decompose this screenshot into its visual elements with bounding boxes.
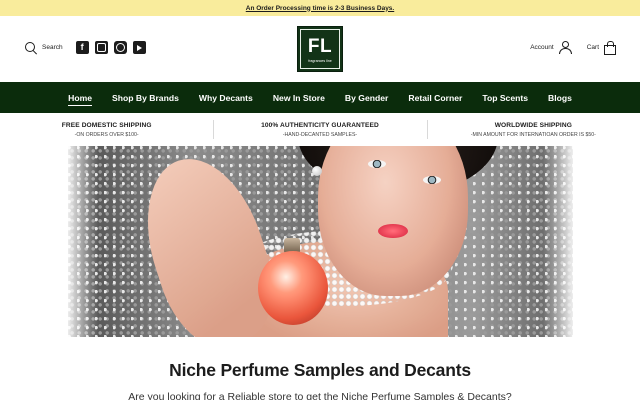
announcement-bar: An Order Processing time is 2-3 Business… <box>0 0 640 16</box>
pinterest-icon[interactable] <box>113 41 127 54</box>
usp-title: FREE DOMESTIC SHIPPING <box>61 121 152 129</box>
nav-item-by-gender[interactable]: By Gender <box>335 82 398 113</box>
usp-item-shipping: FREE DOMESTIC SHIPPING -ON ORDERS OVER $… <box>0 113 213 146</box>
intro-text: Are you looking for a Reliable store to … <box>128 391 512 400</box>
usp-subtitle: -MIN AMOUNT FOR INTERNATIOAN ORDER IS $5… <box>470 131 596 138</box>
user-icon[interactable] <box>558 41 572 54</box>
nav-item-blogs[interactable]: Blogs <box>538 82 582 113</box>
hero-arm <box>126 146 290 337</box>
site-logo[interactable]: FL fragrances line <box>297 26 343 72</box>
usp-item-worldwide: WORLDWIDE SHIPPING -MIN AMOUNT FOR INTER… <box>426 113 640 146</box>
page-headline: Niche Perfume Samples and Decants <box>169 360 471 380</box>
facebook-icon[interactable]: f <box>75 41 89 54</box>
search-icon[interactable] <box>25 41 37 54</box>
hero-banner-image <box>68 146 573 337</box>
hero-face <box>318 146 468 296</box>
shopping-bag-icon[interactable] <box>604 41 616 55</box>
header-right: Account Cart <box>530 41 616 55</box>
logo-mark: FL <box>307 35 333 57</box>
youtube-icon[interactable] <box>132 41 146 54</box>
nav-item-shop-by-brands[interactable]: Shop By Brands <box>102 82 189 113</box>
hero-pearl-necklace <box>233 230 453 307</box>
announcement-link[interactable]: An Order Processing time is 2-3 Business… <box>246 5 394 12</box>
hero-neck <box>238 241 448 337</box>
nav-item-new-in-store[interactable]: New In Store <box>263 82 335 113</box>
nav-item-top-scents[interactable]: Top Scents <box>472 82 538 113</box>
social-links: f <box>75 41 146 54</box>
usp-item-authenticity: 100% AUTHENTICITY GUARANTEED -HAND-DECAN… <box>213 113 426 146</box>
nav-item-retail-corner[interactable]: Retail Corner <box>398 82 472 113</box>
nav-item-home[interactable]: Home <box>58 82 102 113</box>
header-left: Search f <box>25 41 146 54</box>
hero-eye-left <box>368 160 386 168</box>
usp-title: WORLDWIDE SHIPPING <box>494 121 572 129</box>
logo-subtitle: fragrances line <box>308 58 332 63</box>
cart-label[interactable]: Cart <box>587 44 599 51</box>
hero-hair <box>298 146 498 196</box>
hero-perfume-bottle <box>258 251 328 325</box>
hero-lips <box>378 224 408 238</box>
usp-subtitle: -ON ORDERS OVER $100- <box>74 131 139 138</box>
search-label[interactable]: Search <box>42 44 63 51</box>
usp-title: 100% AUTHENTICITY GUARANTEED <box>261 121 379 129</box>
hero-earring <box>312 166 322 176</box>
instagram-icon[interactable] <box>94 41 108 54</box>
nav-item-why-decants[interactable]: Why Decants <box>189 82 263 113</box>
site-header: Search f FL fragrances line Account Cart <box>0 16 640 82</box>
account-label[interactable]: Account <box>530 44 554 51</box>
logo-frame: FL fragrances line <box>300 29 340 69</box>
usp-subtitle: -HAND-DECANTED SAMPLES- <box>282 131 358 138</box>
usp-bar: FREE DOMESTIC SHIPPING -ON ORDERS OVER $… <box>0 113 640 146</box>
hero-bottle-cap <box>284 238 300 254</box>
main-navigation: Home Shop By Brands Why Decants New In S… <box>0 82 640 113</box>
hero-eye-right <box>423 176 441 184</box>
